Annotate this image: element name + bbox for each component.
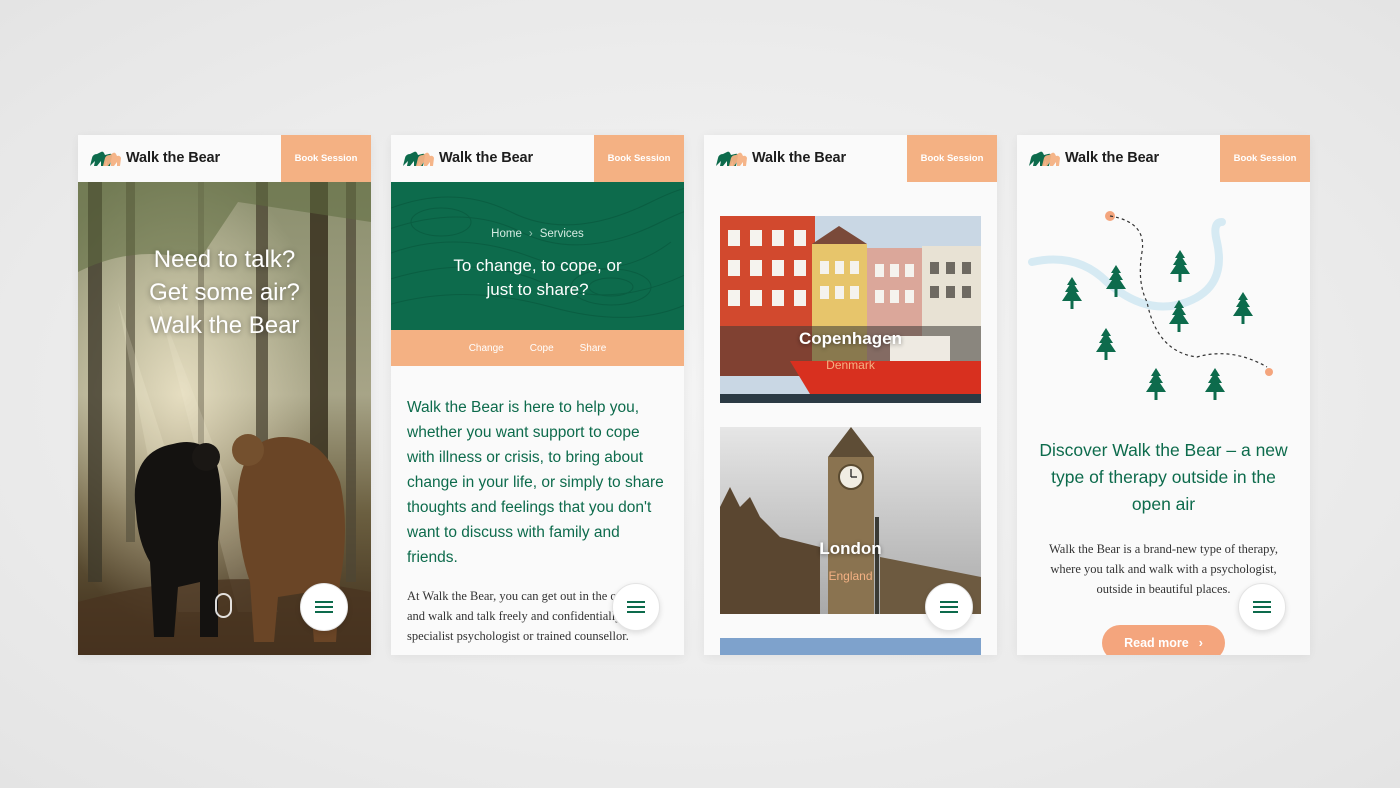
menu-button[interactable] <box>925 583 973 631</box>
copenhagen-image <box>720 216 981 403</box>
hamburger-menu-icon <box>1253 600 1271 614</box>
phone-screen-home: Walk the Bear Book Session Need to talk?… <box>78 135 371 655</box>
pine-tree-icon <box>1146 368 1166 400</box>
city-card-next[interactable] <box>720 638 981 655</box>
breadcrumb-home[interactable]: Home <box>491 228 522 240</box>
read-more-button[interactable]: Read more › <box>1102 625 1225 655</box>
hero-line: Get some air? <box>149 279 300 306</box>
logo[interactable]: Walk the Bear <box>1028 149 1159 167</box>
pine-tree-icon <box>1233 292 1253 324</box>
site-header: Walk the Bear Book Session <box>704 135 997 182</box>
hero-heading: Need to talk? Get some air? Walk the Bea… <box>78 243 371 342</box>
phone-screen-services: Walk the Bear Book Session Home › Services… <box>391 135 684 655</box>
logo[interactable]: Walk the Bear <box>89 149 220 167</box>
trail-map-illustration <box>1028 211 1273 412</box>
hero-line: Walk the Bear <box>149 312 300 339</box>
logo[interactable]: Walk the Bear <box>715 149 846 167</box>
phone-screen-locations: Walk the Bear Book Session Copenhagen De… <box>704 135 997 655</box>
menu-button[interactable] <box>1238 583 1286 631</box>
city-card[interactable]: Copenhagen Denmark <box>720 216 981 403</box>
pine-tree-icon <box>1096 328 1116 360</box>
about-heading: Discover Walk the Bear – a new type of t… <box>1039 440 1288 514</box>
book-session-button[interactable]: Book Session <box>281 135 371 182</box>
city-name: London <box>819 539 882 558</box>
chevron-right-icon: › <box>1198 636 1203 650</box>
hamburger-menu-icon <box>315 600 333 614</box>
bear-logo-icon <box>715 149 749 167</box>
pine-tree-icon <box>1170 250 1190 282</box>
subnav-change[interactable]: Change <box>469 343 504 354</box>
phone-screen-about: Walk the Bear Book Session Discover Walk… <box>1017 135 1310 655</box>
logo[interactable]: Walk the Bear <box>402 149 533 167</box>
city-name: Copenhagen <box>799 329 902 348</box>
breadcrumb-current: Services <box>539 228 584 240</box>
read-more-label: Read more <box>1124 636 1189 650</box>
book-session-button[interactable]: Book Session <box>907 135 997 182</box>
bear-logo-icon <box>402 149 436 167</box>
hamburger-menu-icon <box>627 600 645 614</box>
services-subnav: Change Cope Share <box>391 330 684 366</box>
bear-logo-icon <box>1028 149 1062 167</box>
services-hero: Home › Services To change, to cope, or jus… <box>391 182 684 330</box>
page-title-text: To change, to cope, or just to share? <box>453 256 622 299</box>
pine-tree-icon <box>1062 277 1082 309</box>
menu-button[interactable] <box>300 583 348 631</box>
page-title: To change, to cope, or just to share? <box>391 254 684 302</box>
brand-name: Walk the Bear <box>752 150 847 166</box>
city-country: Denmark <box>826 358 875 372</box>
book-session-button[interactable]: Book Session <box>594 135 684 182</box>
pine-tree-icon <box>1205 368 1225 400</box>
subnav-cope[interactable]: Cope <box>530 343 554 354</box>
hero-line: Need to talk? <box>153 246 296 273</box>
breadcrumb: Home › Services <box>391 228 684 240</box>
bear-logo-icon <box>89 149 123 167</box>
site-header: Walk the Bear Book Session <box>78 135 371 182</box>
city-country: England <box>828 569 873 583</box>
scroll-mouse-icon[interactable] <box>215 593 232 618</box>
brand-name: Walk the Bear <box>1065 150 1160 166</box>
site-header: Walk the Bear Book Session <box>391 135 684 182</box>
chevron-right-icon: › <box>528 228 533 240</box>
site-header: Walk the Bear Book Session <box>1017 135 1310 182</box>
brand-name: Walk the Bear <box>126 150 221 166</box>
hamburger-menu-icon <box>940 600 958 614</box>
menu-button[interactable] <box>612 583 660 631</box>
book-session-button[interactable]: Book Session <box>1220 135 1310 182</box>
intro-paragraph: Walk the Bear is here to help you, wheth… <box>407 399 664 566</box>
subnav-share[interactable]: Share <box>580 343 607 354</box>
brand-name: Walk the Bear <box>439 150 534 166</box>
